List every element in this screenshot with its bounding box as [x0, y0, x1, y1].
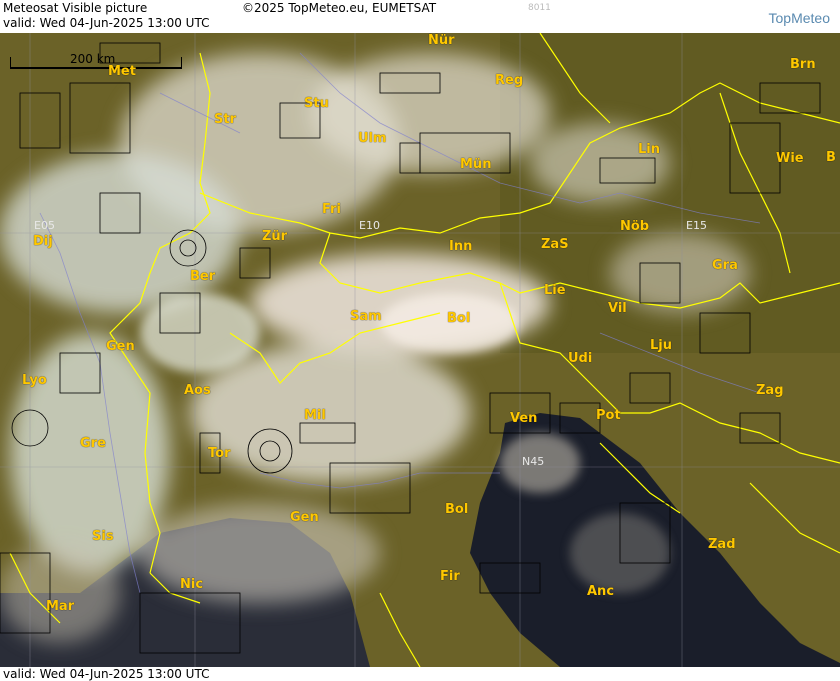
image-code: 8011: [528, 3, 551, 13]
city-label: Lin: [638, 142, 660, 157]
city-label: Mar: [46, 599, 75, 614]
city-label: Brn: [790, 57, 816, 72]
city-label: Vil: [608, 301, 627, 316]
city-label: Anc: [587, 584, 615, 599]
city-label: Lyo: [22, 373, 47, 388]
city-label: Ven: [510, 411, 538, 426]
city-label: Mün: [460, 157, 492, 172]
map-title: Meteosat Visible picture: [3, 1, 148, 15]
valid-time: valid: Wed 04-Jun-2025 13:00 UTC: [3, 16, 210, 30]
city-label: Reg: [495, 73, 524, 88]
city-label: Str: [214, 112, 236, 127]
city-label: Inn: [449, 239, 473, 254]
city-label: Mil: [304, 408, 326, 423]
header-bar: Meteosat Visible picture ©2025 TopMeteo.…: [0, 0, 840, 33]
city-label: Gen: [290, 510, 319, 525]
city-label: Zad: [708, 537, 736, 552]
map-viewer: Meteosat Visible picture ©2025 TopMeteo.…: [0, 0, 840, 681]
city-label: Nür: [428, 33, 455, 48]
city-label: B: [826, 150, 836, 165]
city-label: Stu: [304, 96, 329, 111]
topmeteo-logo: TopMeteo: [768, 10, 830, 26]
copyright: ©2025 TopMeteo.eu, EUMETSAT: [242, 1, 437, 15]
city-label: Zag: [756, 383, 784, 398]
city-label: Ber: [190, 269, 216, 284]
city-label: Lie: [544, 283, 566, 298]
city-label: Wie: [776, 151, 804, 166]
city-label: Ulm: [358, 131, 387, 146]
city-label: Bol: [445, 502, 469, 517]
footer-valid-time: valid: Wed 04-Jun-2025 13:00 UTC: [3, 667, 210, 681]
city-label: Nic: [180, 577, 204, 592]
city-label: Dij: [33, 234, 53, 249]
grid-label-e10: E10: [359, 219, 380, 232]
city-label: Pot: [596, 408, 621, 423]
grid-label-e15: E15: [686, 219, 707, 232]
city-label: Gen: [106, 339, 135, 354]
grid-label-n45: N45: [522, 455, 545, 468]
city-label: Met: [108, 64, 136, 79]
city-label: Lju: [650, 338, 672, 353]
footer-bar: valid: Wed 04-Jun-2025 13:00 UTC: [0, 667, 840, 681]
grid-label-e05: E05: [34, 219, 55, 232]
city-label: ZaS: [541, 237, 569, 252]
city-label: Sam: [350, 309, 382, 324]
city-label: Gra: [712, 258, 738, 273]
city-label: Gre: [80, 436, 106, 451]
city-label: Fri: [322, 202, 341, 217]
city-label: Udi: [568, 351, 593, 366]
city-label: Nöb: [620, 219, 650, 234]
city-label: Bol: [447, 311, 471, 326]
city-label: Zür: [262, 229, 288, 244]
city-label: Fir: [440, 569, 460, 584]
city-label: Sis: [92, 529, 114, 544]
city-label: Aos: [184, 383, 211, 398]
city-label: Tor: [208, 446, 231, 461]
